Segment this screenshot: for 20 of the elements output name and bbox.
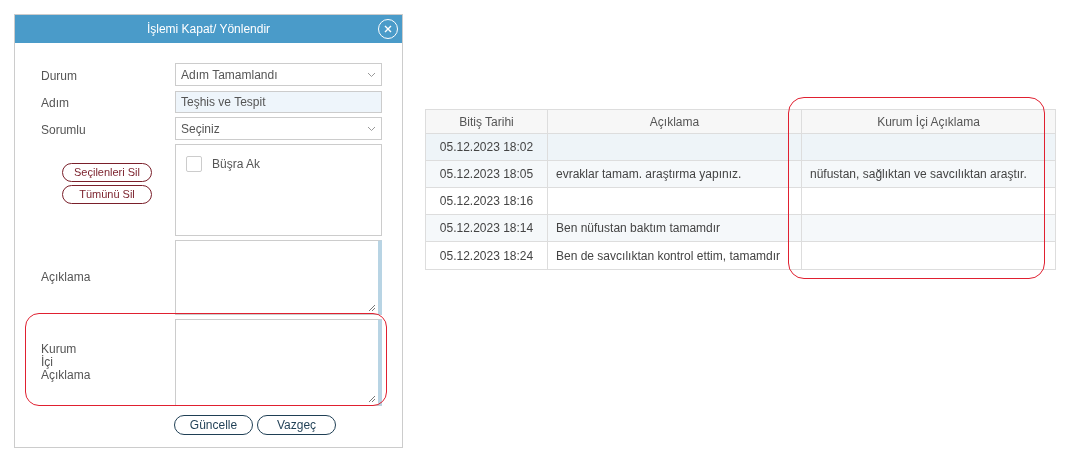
table-cell: Ben de savcılıktan kontrol ettim, tamamdır — [548, 242, 802, 269]
select-field[interactable]: Seçiniz — [175, 117, 382, 140]
list-item-label: Büşra Ak — [212, 156, 261, 173]
resize-grip-icon — [368, 395, 376, 403]
text-field[interactable]: Teşhis ve Tespit — [175, 90, 382, 113]
chevron-down-icon — [367, 71, 376, 78]
field-label: Adım — [41, 94, 70, 112]
table-cell: 05.12.2023 18:24 — [426, 242, 548, 269]
field-label: Sorumlu — [41, 121, 87, 139]
select-field[interactable]: Adım Tamamlandı — [175, 63, 382, 86]
resize-grip-icon — [368, 304, 376, 312]
dialog-title: İşlemi Kapat/ Yönlendir — [146, 21, 271, 38]
field-label: Durum — [41, 67, 78, 85]
textarea-field[interactable] — [175, 319, 382, 406]
field-label: Açıklama — [41, 271, 92, 284]
close-icon — [384, 25, 392, 33]
chevron-down-icon — [367, 125, 376, 132]
field-label: Kurum İçi Açıklama — [41, 343, 92, 382]
textarea-field[interactable] — [175, 240, 382, 315]
checkbox[interactable] — [186, 156, 202, 172]
